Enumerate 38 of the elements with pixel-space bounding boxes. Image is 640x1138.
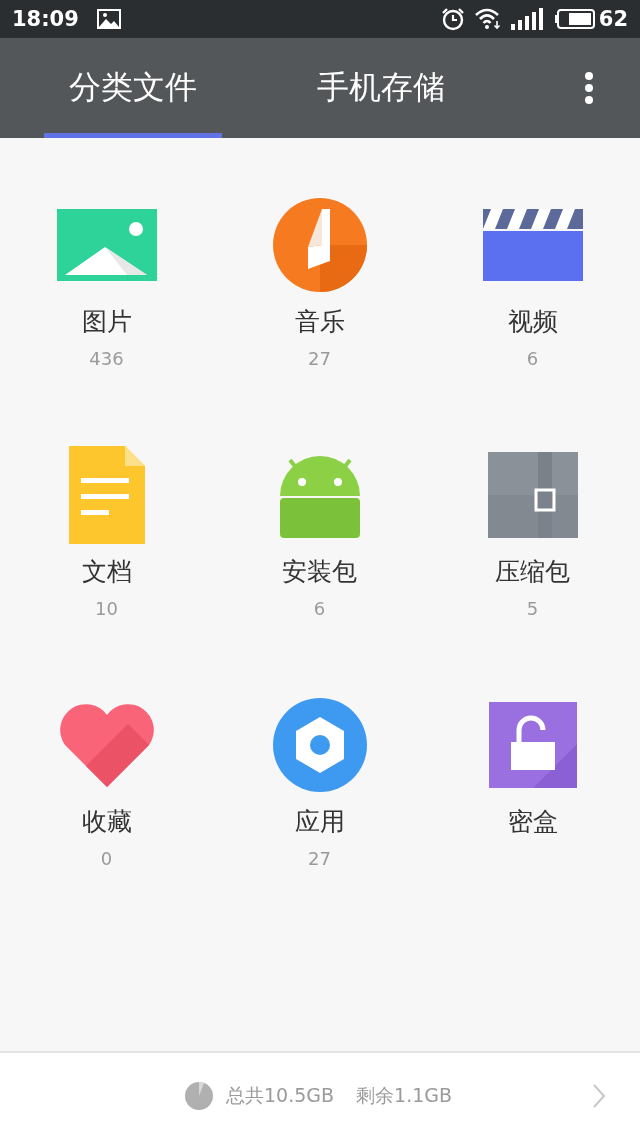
category-label: 压缩包 [495,556,570,588]
alarm-icon [440,7,465,31]
battery-icon [554,9,595,29]
signal-icon [510,8,545,30]
item-count: 10 [95,598,118,619]
wifi-icon [474,8,501,30]
heart-icon[interactable] [58,703,155,787]
item-count: 27 [308,848,331,869]
image-icon [96,9,121,29]
hexagon-nut-icon[interactable] [271,697,368,793]
category-label: 应用 [294,806,345,838]
battery-level: 62 [598,7,628,31]
pie-chart-icon [184,1080,214,1111]
tab[interactable]: 分类文件 [44,38,222,138]
padlock-icon[interactable] [488,702,577,788]
category-label: 密盒 [507,806,558,838]
item-count: 27 [308,348,331,369]
category-label: 收藏 [81,806,132,838]
item-count: 6 [526,348,539,369]
tab[interactable]: 手机存储 [292,38,470,138]
item-count: 0 [100,848,113,869]
category-label: 安装包 [282,556,357,588]
item-count: 5 [526,598,539,619]
total-storage: 总共10.5GB [226,1082,335,1108]
chevron-right-icon [592,1082,606,1109]
free-storage: 剩余1.1GB [356,1082,453,1108]
category-label: 图片 [81,306,132,338]
clock-time: 18:09 [12,7,79,31]
more-icon[interactable] [584,72,594,104]
category-label: 音乐 [294,306,345,338]
category-label: 文档 [81,556,132,588]
picture-icon[interactable] [56,209,157,281]
music-icon[interactable] [271,197,368,293]
archive-box-icon[interactable] [487,452,578,538]
category-label: 视频 [507,306,558,338]
item-count: 436 [89,348,124,369]
clapperboard-icon[interactable] [482,209,583,281]
item-count: 6 [313,598,326,619]
